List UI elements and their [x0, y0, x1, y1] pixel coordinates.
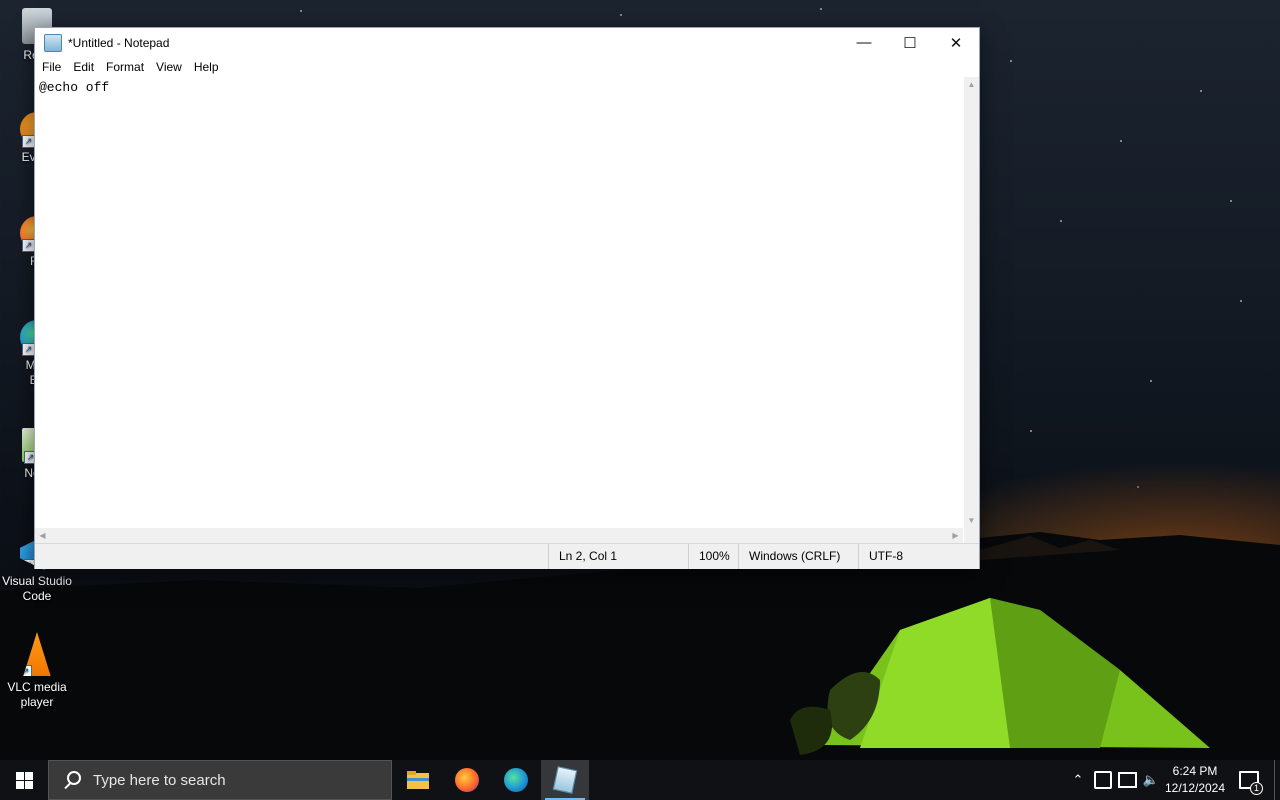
desktop-icon-label: Code: [22, 589, 52, 603]
horizontal-scrollbar[interactable]: ◀ ▶: [35, 528, 963, 543]
title-bar[interactable]: *Untitled - Notepad — ☐ ✕: [35, 28, 979, 57]
show-hidden-icons-button[interactable]: ⌃: [1068, 760, 1088, 800]
clock-date: 12/12/2024: [1164, 781, 1226, 795]
menu-view[interactable]: View: [151, 60, 189, 74]
edge-icon: [504, 768, 528, 792]
vlc-icon: ↗: [23, 632, 51, 676]
notification-count: 1: [1250, 782, 1263, 795]
notepad-icon: [552, 766, 578, 794]
search-input[interactable]: [91, 770, 375, 790]
menu-edit[interactable]: Edit: [68, 60, 101, 74]
tray-security[interactable]: [1092, 760, 1114, 800]
scrollbar-corner: [964, 528, 979, 543]
close-icon: ✕: [949, 34, 963, 52]
minimize-icon: —: [856, 34, 872, 51]
firefox-icon: [455, 768, 479, 792]
taskbar-clock[interactable]: 6:24 PM 12/12/2024: [1160, 763, 1230, 797]
volume-muted-icon: 🔈: [1142, 772, 1160, 787]
vertical-scrollbar[interactable]: ▲ ▼: [964, 77, 979, 528]
minimize-button[interactable]: —: [841, 28, 887, 57]
desktop-icon-vlc[interactable]: ↗ VLC media player: [0, 632, 74, 710]
start-button[interactable]: [0, 760, 48, 800]
desktop-icon-label: player: [20, 695, 54, 709]
taskbar: ⌃ 🔈 6:24 PM 12/12/2024 1: [0, 760, 1280, 800]
taskbar-notepad[interactable]: [541, 760, 589, 800]
menu-bar: File Edit Format View Help: [35, 57, 979, 77]
maximize-button[interactable]: ☐: [887, 28, 933, 57]
status-cursor-position: Ln 2, Col 1: [548, 544, 688, 569]
show-desktop-button[interactable]: [1274, 760, 1280, 800]
taskbar-firefox[interactable]: [443, 760, 491, 800]
taskbar-edge[interactable]: [492, 760, 540, 800]
desktop-icon-label: Visual Studio: [2, 574, 72, 588]
window-title: *Untitled - Notepad: [68, 35, 170, 50]
security-center-icon: [1094, 771, 1112, 789]
taskbar-file-explorer[interactable]: [394, 760, 442, 800]
network-icon: [1117, 772, 1137, 788]
status-zoom: 100%: [688, 544, 738, 569]
menu-file[interactable]: File: [37, 60, 68, 74]
desktop-icon-label: VLC media: [7, 680, 67, 694]
scroll-right-icon[interactable]: ▶: [948, 528, 963, 543]
taskbar-search-box[interactable]: [48, 760, 392, 800]
text-editor-area: [35, 77, 963, 528]
status-bar: Ln 2, Col 1 100% Windows (CRLF) UTF-8: [35, 543, 979, 569]
menu-format[interactable]: Format: [101, 60, 151, 74]
notification-icon: 1: [1239, 771, 1263, 795]
chevron-up-icon: ⌃: [1072, 772, 1084, 787]
maximize-icon: ☐: [903, 34, 917, 52]
close-button[interactable]: ✕: [933, 28, 979, 57]
scroll-left-icon[interactable]: ◀: [35, 528, 50, 543]
shortcut-arrow-icon: ↗: [23, 665, 32, 676]
notepad-window[interactable]: *Untitled - Notepad — ☐ ✕ File Edit Form…: [34, 27, 980, 569]
clock-time: 6:24 PM: [1172, 764, 1218, 778]
search-icon: [62, 770, 82, 790]
status-line-endings: Windows (CRLF): [738, 544, 858, 569]
scroll-down-icon[interactable]: ▼: [964, 513, 979, 528]
action-center-button[interactable]: 1: [1236, 760, 1263, 800]
windows-logo-icon: [15, 771, 33, 789]
tray-volume[interactable]: 🔈: [1140, 760, 1162, 800]
text-editor[interactable]: [35, 77, 963, 528]
scroll-up-icon[interactable]: ▲: [964, 77, 979, 92]
status-encoding: UTF-8: [858, 544, 979, 569]
menu-help[interactable]: Help: [189, 60, 226, 74]
file-explorer-icon: [407, 771, 429, 789]
tray-network[interactable]: [1116, 760, 1138, 800]
notepad-icon: [44, 33, 62, 52]
